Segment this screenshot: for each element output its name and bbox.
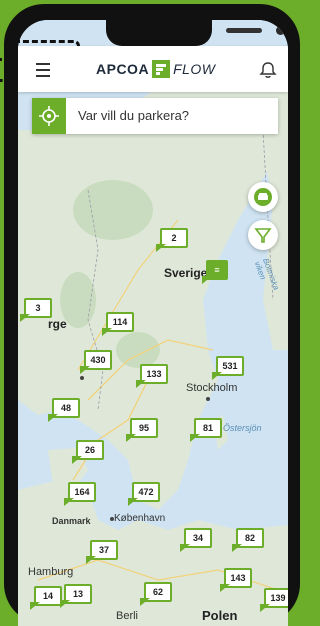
search-bar[interactable]: Var vill du parkera? [32,98,278,134]
country-label-denmark: Danmark [52,516,91,526]
brand-right: FLOW [173,61,216,77]
city-label-stockholm: Stockholm [186,382,238,394]
apcoa-flow-logo-icon [152,60,171,78]
apcoa-flow-logo: APCOA FLOW [96,59,216,79]
filter-icon [254,228,272,243]
city-dot [206,397,210,401]
location-target-button[interactable] [32,98,66,134]
filter-button[interactable] [248,220,278,250]
country-label-norway: rge [48,317,67,331]
sea-label-ostersjon: Östersjön [223,423,262,433]
app-screen: APCOA FLOW Var vill du parkera? Sverige … [18,20,288,626]
speaker [226,28,262,33]
brand-left: APCOA [96,61,150,77]
car-button[interactable] [248,182,278,212]
country-label-poland: Polen [202,608,238,623]
city-label-kobenhavn: København [114,513,166,524]
country-label-sweden: Sverige [164,266,208,280]
bell-icon[interactable] [258,60,278,80]
phone-notch [106,20,285,46]
city-dot [80,376,84,380]
menu-highlight-tag [0,58,9,82]
app-header: APCOA FLOW [18,46,288,92]
city-dot [110,517,114,521]
camera [276,26,285,35]
phone-frame: APCOA FLOW Var vill du parkera? Sverige … [4,4,300,626]
car-icon [254,188,272,206]
city-label-hamburg: Hamburg [28,566,74,578]
search-input[interactable]: Var vill du parkera? [78,108,189,123]
menu-button[interactable] [24,56,64,84]
location-target-icon [39,106,59,126]
